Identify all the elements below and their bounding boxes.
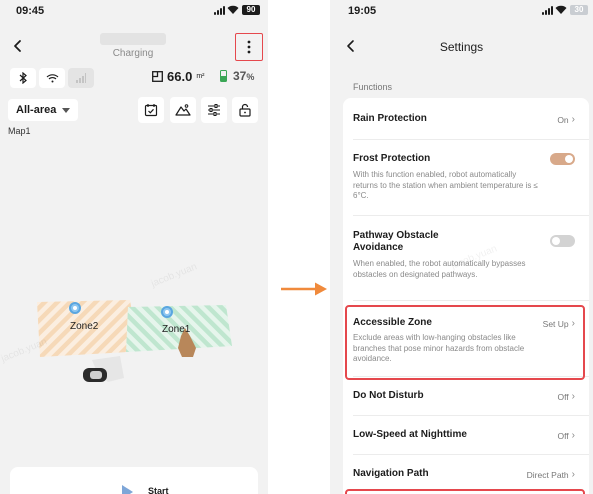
divider (353, 300, 589, 301)
divider (353, 139, 589, 140)
setting-value[interactable]: Direct Path › (527, 469, 575, 480)
chevron-right-icon: › (571, 469, 575, 480)
chevron-right-icon: › (571, 391, 575, 402)
section-label: Functions (353, 82, 393, 92)
setting-value-text: On (557, 114, 569, 125)
zone2-location-pin-icon[interactable] (69, 302, 81, 314)
left-phone-screen: 09:45 90 Charging 66.0 m² 37% All-area M… (0, 0, 268, 494)
setting-title: Do Not Disturb (353, 390, 424, 401)
chevron-right-icon: › (571, 430, 575, 441)
battery-icon: 30 (570, 5, 588, 15)
setting-value-text: Direct Path (526, 469, 569, 480)
setting-value[interactable]: On › (557, 114, 575, 125)
lawn-map (37, 300, 232, 382)
pathway-obstacle-toggle[interactable] (550, 235, 575, 247)
setting-value-text: Off (557, 391, 569, 402)
status-time: 19:05 (348, 5, 377, 17)
wifi-icon (555, 5, 567, 14)
start-button[interactable]: Start (148, 486, 169, 494)
divider (353, 454, 589, 455)
setting-value-text: Off (557, 430, 569, 441)
setting-description: With this function enabled, robot automa… (353, 170, 538, 200)
cellular-signal-icon (542, 6, 553, 15)
setting-value[interactable]: Off › (557, 430, 575, 441)
zone1-label: Zone1 (162, 324, 191, 335)
chevron-right-icon: › (571, 114, 575, 125)
setting-title: Rain Protection (353, 113, 427, 124)
next-row-highlight (345, 489, 585, 494)
frost-protection-toggle[interactable] (550, 153, 575, 165)
play-icon[interactable] (122, 485, 133, 494)
setting-title: Pathway Obstacle Avoidance (353, 230, 439, 253)
start-panel: Start (10, 467, 258, 494)
right-phone-screen: 19:05 30 Settings Functions Rain Protect… (330, 0, 593, 494)
zone1-location-pin-icon[interactable] (161, 306, 173, 318)
setting-description: When enabled, the robot automatically by… (353, 259, 526, 279)
setting-title: Low-Speed at Nighttime (353, 429, 467, 440)
setting-title: Navigation Path (353, 468, 429, 479)
settings-card: Rain Protection On › Frost Protection Wit… (343, 98, 589, 494)
divider (353, 415, 589, 416)
transition-arrow-icon (281, 282, 327, 296)
setting-title: Frost Protection (353, 153, 431, 164)
page-title: Settings (439, 40, 484, 54)
zone2-label: Zone2 (70, 321, 99, 332)
divider (353, 215, 589, 216)
robot-mower-icon (83, 368, 107, 382)
status-bar: 19:05 30 (330, 0, 593, 22)
accessible-zone-highlight (345, 305, 585, 380)
setting-value[interactable]: Off › (557, 391, 575, 402)
comparison-canvas: 09:45 90 Charging 66.0 m² 37% All-area M… (0, 0, 593, 494)
